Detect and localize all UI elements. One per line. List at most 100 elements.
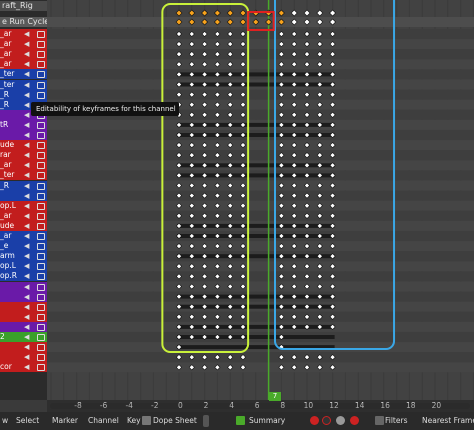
lock-icon[interactable] (37, 263, 45, 271)
mute-speaker-icon[interactable]: ◀ (24, 140, 32, 150)
lock-icon[interactable] (37, 192, 45, 200)
lock-icon[interactable] (37, 283, 45, 291)
lock-icon[interactable] (37, 334, 45, 341)
mute-speaker-icon[interactable]: ◀ (24, 282, 32, 292)
lock-icon[interactable] (37, 313, 45, 321)
channel-list[interactable]: raft_Rig e Run Cycle N _ar◀_ar◀_ar◀_ar◀_… (0, 0, 47, 400)
mute-speaker-icon[interactable]: ◀ (24, 90, 32, 100)
lock-icon[interactable] (37, 354, 45, 362)
only-errors-icon[interactable] (350, 416, 359, 425)
editor-type-icon[interactable] (142, 416, 151, 425)
mute-speaker-icon[interactable]: ◀ (24, 332, 32, 342)
summary-toggle[interactable]: Summary (249, 412, 285, 430)
key-menu[interactable]: Key (127, 412, 141, 430)
channel-row[interactable]: _ter ◀ (0, 69, 47, 80)
channel-row[interactable]: op.L ◀ (0, 200, 47, 211)
lock-icon[interactable] (37, 212, 45, 220)
lock-icon[interactable] (37, 162, 45, 170)
channel-row[interactable]: cor ◀ (0, 362, 47, 373)
lock-icon[interactable] (37, 121, 45, 129)
object-header[interactable]: raft_Rig (0, 1, 47, 11)
mute-speaker-icon[interactable]: ◀ (24, 69, 32, 79)
channel-row[interactable]: 2 ◀ (0, 332, 47, 342)
channel-row[interactable]: ◀ (0, 301, 47, 312)
lock-icon[interactable] (37, 61, 45, 69)
select-menu[interactable]: Select (16, 412, 39, 430)
lock-icon[interactable] (37, 243, 45, 251)
channel-row[interactable]: ◀ (0, 311, 47, 322)
channel-row[interactable]: _ar ◀ (0, 160, 47, 171)
channel-row[interactable]: _ar ◀ (0, 59, 47, 70)
channel-row[interactable]: op.R ◀ (0, 271, 47, 282)
channel-row[interactable]: _ter ◀ (0, 170, 47, 181)
lock-icon[interactable] (37, 253, 45, 261)
lock-icon[interactable] (37, 233, 45, 240)
lock-icon[interactable] (37, 71, 45, 79)
channel-menu[interactable]: Channel (88, 412, 119, 430)
mute-speaker-icon[interactable]: ◀ (24, 362, 32, 372)
lock-icon[interactable] (37, 273, 45, 281)
mute-speaker-icon[interactable]: ◀ (24, 120, 32, 130)
lock-icon[interactable] (37, 303, 45, 311)
action-header[interactable]: e Run Cycle N (0, 17, 47, 27)
channel-row[interactable]: tR ◀ (0, 119, 47, 130)
lock-icon[interactable] (37, 51, 45, 59)
view-menu[interactable]: w (2, 412, 8, 430)
mute-speaker-icon[interactable]: ◀ (24, 211, 32, 221)
mute-speaker-icon[interactable]: ◀ (24, 59, 32, 69)
channel-row[interactable]: ◀ (0, 130, 47, 140)
channel-row[interactable]: _e ◀ (0, 241, 47, 252)
channel-row[interactable]: _ter ◀ (0, 79, 47, 90)
mute-speaker-icon[interactable]: ◀ (24, 39, 32, 49)
mute-speaker-icon[interactable]: ◀ (24, 352, 32, 362)
snap-mode-dropdown[interactable]: Nearest Frame (422, 412, 474, 430)
mute-speaker-icon[interactable]: ◀ (24, 292, 32, 302)
marker-menu[interactable]: Marker (52, 412, 78, 430)
keyframe-area[interactable] (47, 0, 474, 400)
channel-row[interactable]: _ar ◀ (0, 29, 47, 39)
mute-speaker-icon[interactable]: ◀ (24, 201, 32, 211)
current-frame-indicator[interactable]: 7 (269, 392, 281, 401)
lock-icon[interactable] (37, 31, 45, 38)
mute-speaker-icon[interactable]: ◀ (24, 312, 32, 322)
show-hidden-icon[interactable] (322, 416, 331, 425)
lock-icon[interactable] (37, 172, 45, 180)
channel-row[interactable]: _ar ◀ (0, 231, 47, 241)
keyframe-canvas[interactable] (47, 0, 474, 400)
lock-icon[interactable] (37, 323, 45, 331)
mute-speaker-icon[interactable]: ◀ (24, 191, 32, 201)
lock-icon[interactable] (37, 142, 45, 150)
lock-icon[interactable] (37, 132, 45, 139)
channel-row[interactable]: ◀ (0, 342, 47, 353)
mute-speaker-icon[interactable]: ◀ (24, 29, 32, 39)
horizontal-scrollbar[interactable] (50, 403, 470, 409)
lock-icon[interactable] (37, 41, 45, 49)
mute-speaker-icon[interactable]: ◀ (24, 130, 32, 140)
channel-row[interactable]: ude ◀ (0, 220, 47, 231)
mute-speaker-icon[interactable]: ◀ (24, 80, 32, 90)
channel-row[interactable]: _ar ◀ (0, 49, 47, 60)
channel-row[interactable]: op.L ◀ (0, 261, 47, 272)
chevron-down-icon[interactable] (203, 415, 209, 427)
channel-row[interactable]: _R ◀ (0, 180, 47, 191)
mute-speaker-icon[interactable]: ◀ (24, 302, 32, 312)
channel-row[interactable]: ude ◀ (0, 140, 47, 151)
lock-icon[interactable] (37, 91, 45, 99)
mute-speaker-icon[interactable]: ◀ (24, 342, 32, 352)
channel-row[interactable]: rar ◀ (0, 150, 47, 161)
lock-icon[interactable] (37, 182, 45, 190)
mute-speaker-icon[interactable]: ◀ (24, 241, 32, 251)
mute-speaker-icon[interactable]: ◀ (24, 251, 32, 261)
lock-icon[interactable] (37, 293, 45, 301)
mute-speaker-icon[interactable]: ◀ (24, 261, 32, 271)
mute-speaker-icon[interactable]: ◀ (24, 150, 32, 160)
channel-row[interactable]: _R ◀ (0, 89, 47, 100)
channel-row[interactable]: ◀ (0, 321, 47, 332)
channel-row[interactable]: ◀ (0, 190, 47, 201)
mode-dropdown[interactable]: Dope Sheet (153, 412, 197, 430)
channel-row[interactable]: ◀ (0, 352, 47, 363)
channel-row[interactable]: _ar ◀ (0, 210, 47, 221)
channel-row[interactable]: _ar ◀ (0, 39, 47, 50)
mute-speaker-icon[interactable]: ◀ (24, 231, 32, 241)
channel-row[interactable]: arm ◀ (0, 251, 47, 262)
